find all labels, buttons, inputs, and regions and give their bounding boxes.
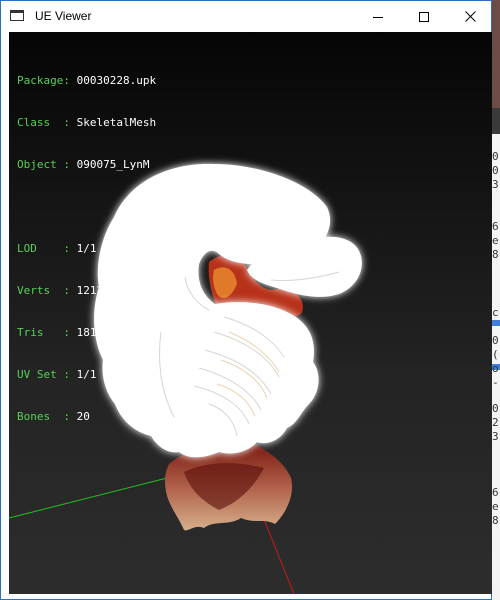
info-row-package: Package: 00030228.upk [17, 74, 157, 87]
ue-viewer-window: UE Viewer Package: 00030228.upk Class: … [0, 0, 492, 600]
window-bottom-frame [1, 594, 491, 599]
background-glyph: 8 [492, 514, 499, 527]
3d-viewport[interactable]: Package: 00030228.upk Class : SkeletalMe… [9, 32, 492, 594]
background-glyph: 6 [492, 486, 499, 499]
minimize-icon [373, 16, 383, 18]
window-title: UE Viewer [35, 9, 92, 23]
background-glyph: 0 [492, 334, 499, 347]
background-glyph: ( [492, 348, 499, 361]
minimize-button[interactable] [355, 1, 401, 32]
background-glyph: 6 [492, 220, 499, 233]
background-glyph: 2 [492, 416, 499, 429]
info-row-bones: Bones : 20 [17, 410, 90, 423]
background-glyph: e [492, 500, 499, 513]
background-glyph: o [492, 362, 499, 375]
background-glyph: 3 [492, 430, 499, 443]
background-glyph: 3 [492, 178, 499, 191]
background-glyph: - [492, 376, 499, 389]
info-row-uvset: UV Set : 1/1 [17, 368, 97, 381]
info-row-lod: LOD : 1/1 [17, 242, 97, 255]
info-row-verts: Verts : 1212 [17, 284, 104, 297]
info-row-tris: Tris : 1819 [17, 326, 104, 339]
background-glyph: 0 [492, 402, 499, 415]
axis-x-line [260, 511, 295, 594]
maximize-icon [419, 11, 429, 22]
background-glyph: c [492, 306, 499, 319]
title-bar[interactable]: UE Viewer [1, 1, 491, 32]
maximize-button[interactable] [401, 1, 447, 32]
background-glyph: 0 [492, 150, 499, 163]
background-glyph: 0 [492, 164, 499, 177]
close-icon [464, 11, 476, 22]
window-app-icon [10, 10, 24, 21]
info-row-object: Object : 090075_LynM [17, 158, 150, 171]
axis-y-line [9, 477, 168, 519]
mesh-info-panel: Package: 00030228.upk Class : SkeletalMe… [17, 46, 156, 452]
background-glyph: 8 [492, 248, 499, 261]
close-button[interactable] [447, 1, 493, 32]
background-glyph: e [492, 234, 499, 247]
info-row-class: Class : SkeletalMesh [17, 116, 157, 129]
